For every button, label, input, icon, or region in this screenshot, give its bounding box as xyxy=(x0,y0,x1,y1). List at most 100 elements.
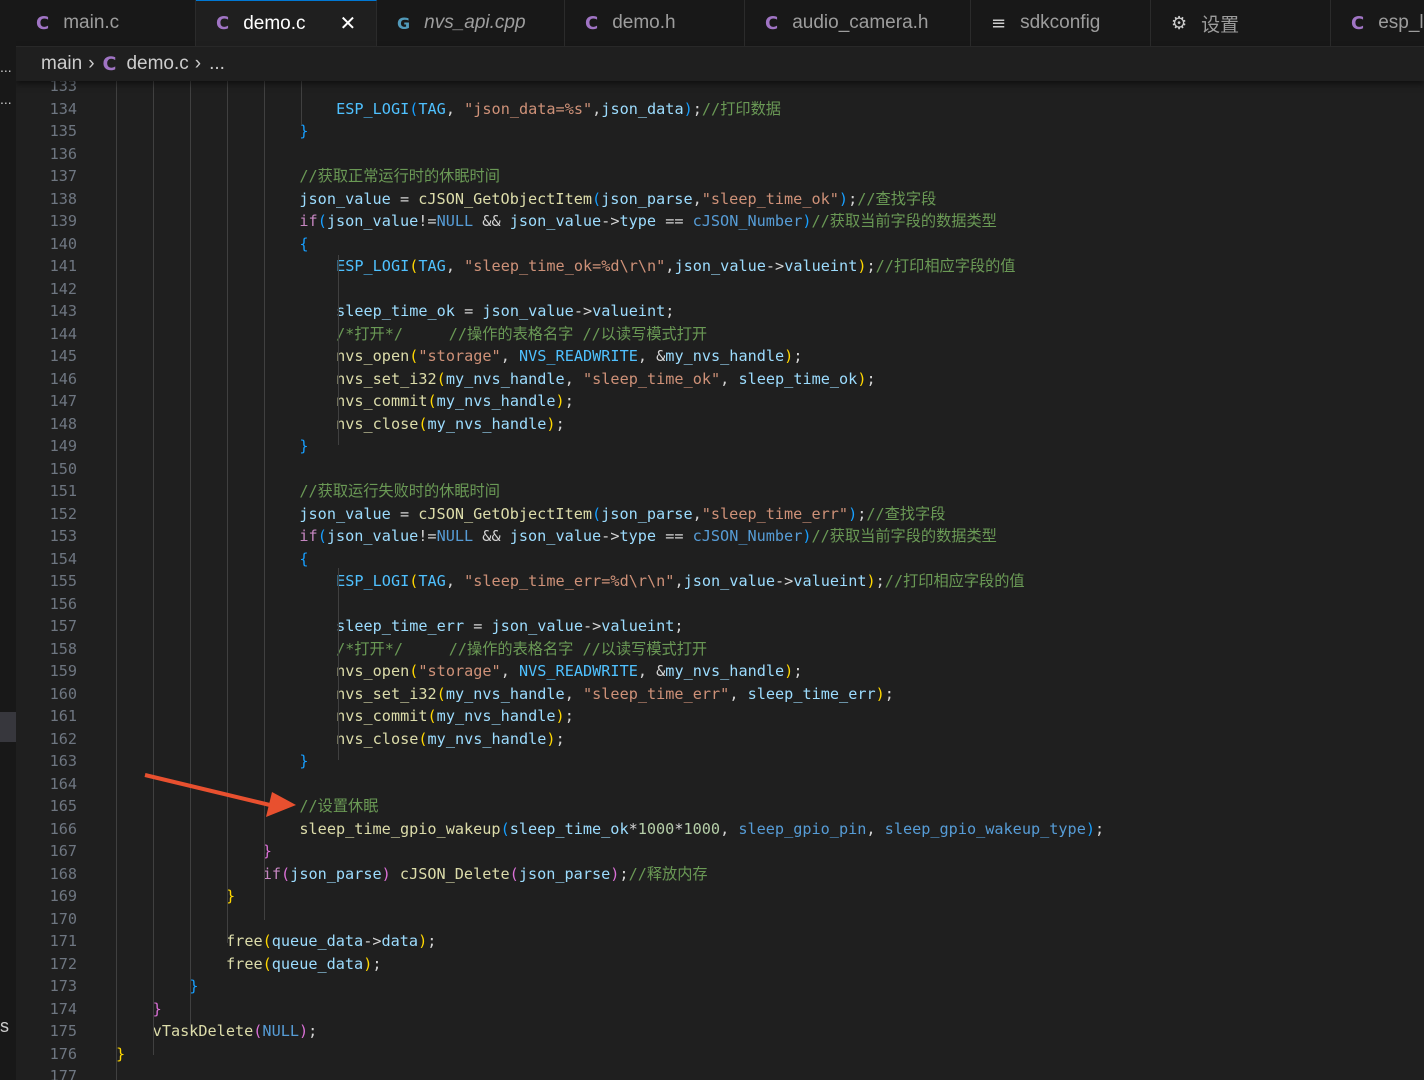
tab-demo-c[interactable]: C demo.c ✕ xyxy=(196,0,377,46)
tab-label: esp_l xyxy=(1378,12,1424,33)
line-number: 156 xyxy=(49,594,77,613)
line-number: 173 xyxy=(49,977,77,995)
code-text: //设置休眠 xyxy=(299,797,379,815)
line-number: 164 xyxy=(49,774,77,793)
tab-label: audio_camera.h xyxy=(792,12,929,33)
line-number: 137 xyxy=(49,167,77,185)
indent-guide xyxy=(116,75,117,1080)
line-number: 172 xyxy=(49,954,77,973)
code-text: free(queue_data); xyxy=(226,954,382,973)
code-editor[interactable]: 133 134 ESP_LOGI(TAG, "json_data=%s",json_… xyxy=(16,75,1424,1080)
tab-audio-camera-h[interactable]: C audio_camera.h xyxy=(745,0,971,46)
tab-sdkconfig[interactable]: ≡ sdkconfig xyxy=(971,0,1151,46)
line-number: 141 xyxy=(49,257,77,275)
line-number: 135 xyxy=(49,122,77,140)
line-number: 153 xyxy=(49,527,77,545)
code-text: nvs_commit(my_nvs_handle); xyxy=(336,392,574,410)
line-number: 146 xyxy=(49,369,77,388)
cpp-file-icon: G xyxy=(397,13,411,33)
breadcrumb-more[interactable]: ... xyxy=(209,53,225,75)
tab-main-c[interactable]: C main.c xyxy=(16,0,196,46)
code-text: /*打开*/ //操作的表格名字 //以读写模式打开 xyxy=(336,639,708,658)
line-number: 174 xyxy=(49,999,77,1018)
line-number: 158 xyxy=(49,639,77,658)
code-text: } xyxy=(299,752,309,770)
line-number: 152 xyxy=(49,504,77,523)
code-text: { xyxy=(299,234,309,253)
line-number: 162 xyxy=(49,729,77,748)
code-text: ESP_LOGI(TAG, "sleep_time_err=%d\r\n",js… xyxy=(336,572,1025,590)
more-icon[interactable]: ... xyxy=(0,60,12,74)
line-number: 139 xyxy=(49,212,77,230)
line-number: 154 xyxy=(49,549,77,568)
c-file-icon: C xyxy=(765,12,779,34)
code-line[interactable]: 176} xyxy=(16,1043,1424,1065)
code-text: nvs_open("storage", NVS_READWRITE, &my_n… xyxy=(336,347,803,365)
chevron-right-icon: › xyxy=(194,53,202,74)
line-number: 150 xyxy=(49,459,77,478)
indent-guide xyxy=(227,75,228,943)
indent-guide xyxy=(301,75,302,125)
tab-label: nvs_api.cpp xyxy=(424,12,526,33)
line-number: 166 xyxy=(49,819,77,838)
line-number: 171 xyxy=(49,932,77,950)
code-text: nvs_close(my_nvs_handle); xyxy=(336,729,565,748)
code-text: vTaskDelete(NULL); xyxy=(152,1022,318,1040)
chevron-right-icon: › xyxy=(88,53,95,74)
selected-strip-item[interactable] xyxy=(0,712,16,742)
line-number: 157 xyxy=(49,617,77,635)
c-file-icon: C xyxy=(36,12,50,34)
code-line[interactable]: 174} xyxy=(16,998,1424,1020)
line-number: 140 xyxy=(49,234,77,253)
code-text: if(json_value!=NULL && json_value->type … xyxy=(299,527,997,545)
code-text: sleep_time_err = json_value->valueint; xyxy=(336,617,684,635)
code-text: ESP_LOGI(TAG, "json_data=%s",json_data);… xyxy=(336,99,781,118)
indent-guide xyxy=(338,255,339,445)
code-text: json_value = cJSON_GetObjectItem(json_pa… xyxy=(299,504,946,523)
line-number: 151 xyxy=(49,482,77,500)
indent-guide xyxy=(264,75,265,920)
indent-guide xyxy=(153,75,154,1055)
line-number: 175 xyxy=(49,1022,77,1040)
line-number: 155 xyxy=(49,572,77,590)
code-text: /*打开*/ //操作的表格名字 //以读写模式打开 xyxy=(336,324,708,343)
tab-label: sdkconfig xyxy=(1020,12,1101,33)
code-text: json_value = cJSON_GetObjectItem(json_pa… xyxy=(299,189,937,208)
code-text: if(json_parse) cJSON_Delete(json_parse);… xyxy=(262,864,708,883)
code-line[interactable]: 172 free(queue_data); xyxy=(16,953,1424,975)
c-file-icon: C xyxy=(1351,12,1365,34)
line-number: 134 xyxy=(49,99,77,118)
breadcrumb-file[interactable]: demo.c xyxy=(126,53,188,75)
code-text: sleep_time_ok = json_value->valueint; xyxy=(336,302,675,320)
code-line[interactable]: 177 xyxy=(16,1065,1424,1080)
line-number: 161 xyxy=(49,707,77,725)
close-icon[interactable]: ✕ xyxy=(340,11,357,36)
line-number: 170 xyxy=(49,909,77,928)
line-number: 148 xyxy=(49,414,77,433)
tab-demo-h[interactable]: C demo.h xyxy=(565,0,745,46)
code-text: sleep_time_gpio_wakeup(sleep_time_ok*100… xyxy=(299,819,1105,838)
code-text: //获取运行失败时的休眠时间 xyxy=(299,482,500,500)
strip-bottom-label: s xyxy=(0,1016,9,1036)
code-text: nvs_commit(my_nvs_handle); xyxy=(336,707,574,725)
code-text: free(queue_data->data); xyxy=(226,932,437,950)
line-number: 138 xyxy=(49,189,77,208)
line-number: 160 xyxy=(49,684,77,703)
c-file-icon: C xyxy=(216,13,230,34)
code-text: } xyxy=(116,1044,126,1063)
line-number: 167 xyxy=(49,842,77,860)
tab-nvs-api-cpp[interactable]: G nvs_api.cpp xyxy=(377,0,565,46)
line-number: 176 xyxy=(49,1044,77,1063)
tab-settings[interactable]: ⚙ 设置 xyxy=(1151,0,1331,46)
editor-tab-bar: C main.c C demo.c ✕ G nvs_api.cpp C demo… xyxy=(16,0,1424,47)
code-line[interactable]: 175 vTaskDelete(NULL); xyxy=(16,1020,1424,1042)
code-text: } xyxy=(152,999,162,1018)
line-number: 143 xyxy=(49,302,77,320)
code-line[interactable]: 173} xyxy=(16,975,1424,997)
code-text: nvs_set_i32(my_nvs_handle, "sleep_time_o… xyxy=(336,369,876,388)
code-text: //获取正常运行时的休眠时间 xyxy=(299,167,500,185)
line-number: 142 xyxy=(49,279,77,298)
tab-esp-l[interactable]: C esp_l xyxy=(1331,0,1424,46)
more-icon-secondary[interactable]: ... xyxy=(0,92,12,106)
breadcrumb-folder[interactable]: main xyxy=(41,53,82,75)
